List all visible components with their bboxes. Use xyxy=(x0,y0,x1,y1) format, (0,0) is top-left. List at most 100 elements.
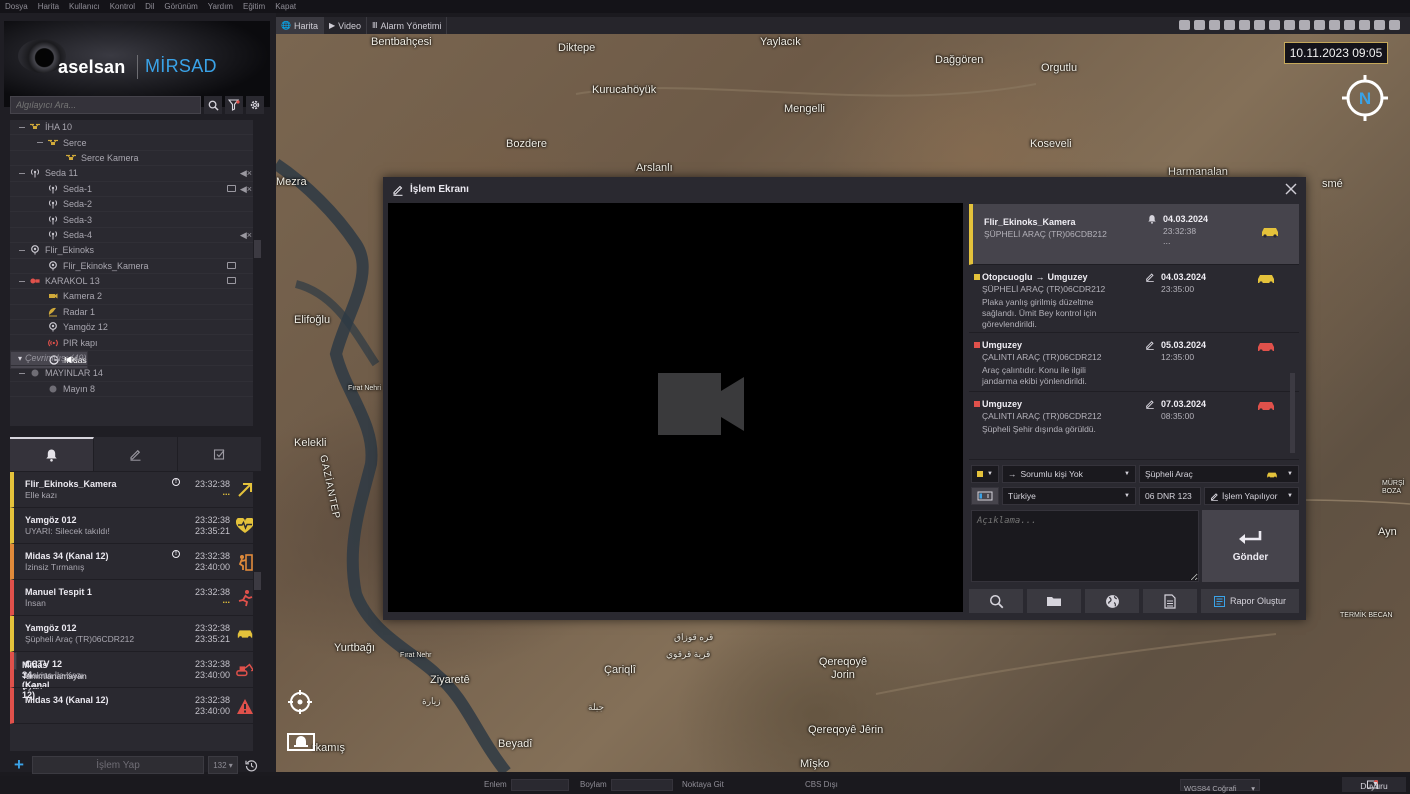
map-tool-5-icon[interactable] xyxy=(1239,20,1250,30)
tree-item[interactable]: Serce Kamera xyxy=(10,151,262,167)
map-tool-15-icon[interactable] xyxy=(1389,20,1400,30)
alarm-item[interactable]: Midas 34 (Kanal 12) 23:32:38 23:40:00 xyxy=(10,688,262,724)
alarm-item[interactable]: Midas 34 (Kanal 12) İzinsiz Tırmanış ! 2… xyxy=(10,544,262,580)
crs-select[interactable]: WGS84 Coğrafi ▾ xyxy=(1180,779,1260,793)
event-entry[interactable]: Flir_Ekinoks_Kamera ŞÜPHELİ ARAÇ (TR)06C… xyxy=(969,204,1299,265)
goto-point-button[interactable]: Noktaya Git xyxy=(682,780,724,789)
tree-item[interactable]: Seda 11 ◀× xyxy=(10,166,262,182)
collapse-toggle-icon[interactable] xyxy=(18,277,26,285)
mute-icon[interactable]: ◀× xyxy=(240,168,252,179)
tree-item[interactable]: Radar 1 xyxy=(10,305,262,321)
alarm-item[interactable]: Yamgöz 012 UYARI: Silecek takıldı! 23:32… xyxy=(10,508,262,544)
document-button[interactable] xyxy=(1143,589,1197,613)
event-entry[interactable]: Umguzey ÇALINTI ARAÇ (TR)06CDR212 Şüphel… xyxy=(969,392,1299,460)
longitude-input[interactable] xyxy=(611,779,673,791)
menu-item[interactable]: Yardım xyxy=(203,2,238,11)
description-input[interactable] xyxy=(971,510,1199,582)
plate-input[interactable]: 06 DNR 123 xyxy=(1139,487,1201,505)
menu-item[interactable]: Kullanıcı xyxy=(64,2,105,11)
map-tool-8-icon[interactable] xyxy=(1284,20,1295,30)
country-select[interactable]: Türkiye ▼ xyxy=(1002,487,1136,505)
do-action-button[interactable]: İşlem Yap xyxy=(32,756,204,774)
collapse-toggle-icon[interactable] xyxy=(18,246,26,254)
event-entry[interactable]: Otopcuoglu → Umguzey ŞÜPHELİ ARAÇ (TR)06CD… xyxy=(969,265,1299,333)
menu-item[interactable]: Dil xyxy=(140,2,159,11)
tree-item[interactable]: Seda-2 xyxy=(10,197,262,213)
tree-item[interactable]: Mayın 8 xyxy=(10,382,262,398)
search-button[interactable] xyxy=(204,96,222,114)
mute-icon[interactable]: ◀× xyxy=(240,184,252,195)
alarm-item[interactable]: Yamgöz 012 Şüpheli Araç (TR)06CDR212 23:… xyxy=(10,616,262,652)
send-button[interactable]: Gönder xyxy=(1202,510,1299,582)
video-feed-icon[interactable] xyxy=(227,261,236,269)
tree-item[interactable]: Flir_Ekinoks xyxy=(10,243,262,259)
tree-group-offline[interactable]: ▾ Çevrimdışı (49) xyxy=(10,351,262,367)
map-tool-7-icon[interactable] xyxy=(1269,20,1280,30)
collapse-toggle-icon[interactable] xyxy=(18,369,26,377)
tab-alarms[interactable] xyxy=(10,437,94,471)
plate-type-button[interactable] xyxy=(971,487,999,505)
video-feed-icon[interactable] xyxy=(227,276,236,284)
collapse-toggle-icon[interactable] xyxy=(18,123,26,131)
sensor-search-input[interactable] xyxy=(10,96,201,114)
video-feed-icon[interactable] xyxy=(227,184,236,192)
tree-item[interactable]: Yamgöz 12 xyxy=(10,320,262,336)
map-tab[interactable]: 🌐 Harita xyxy=(276,17,324,34)
tree-item[interactable]: MAYINLAR 14 xyxy=(10,366,262,382)
tree-item[interactable]: İHA 10 xyxy=(10,120,262,136)
collapse-toggle-icon[interactable] xyxy=(18,169,26,177)
tab-completed[interactable] xyxy=(178,437,262,471)
menu-item[interactable]: Eğitim xyxy=(238,2,270,11)
tree-item[interactable]: Seda-1 ◀× xyxy=(10,182,262,197)
map-tool-6-icon[interactable] xyxy=(1254,20,1265,30)
folder-button[interactable] xyxy=(1027,589,1081,613)
status-select[interactable]: İşlem Yapılıyor ▼ xyxy=(1204,487,1299,505)
alarm-layer-button[interactable] xyxy=(286,730,315,758)
close-button[interactable] xyxy=(1283,181,1299,197)
alarm-count-select[interactable]: 132 ▾ xyxy=(208,756,238,774)
tree-item[interactable]: Seda-3 xyxy=(10,212,262,228)
mute-icon[interactable]: ◀× xyxy=(240,230,252,241)
tree-scrollbar[interactable] xyxy=(253,120,262,426)
map-tool-12-icon[interactable] xyxy=(1344,20,1355,30)
compass[interactable]: N xyxy=(1340,73,1390,123)
chevron-down-icon[interactable]: ▾ xyxy=(18,354,22,363)
tab-edits[interactable] xyxy=(94,437,178,471)
color-select[interactable]: ▼ xyxy=(971,465,999,483)
create-report-button[interactable]: Rapor Oluştur xyxy=(1201,589,1299,613)
alarm-scrollbar[interactable] xyxy=(253,472,262,751)
category-select[interactable]: Şüpheli Araç ▼ xyxy=(1139,465,1299,483)
feed-scrollbar[interactable] xyxy=(1290,209,1295,455)
notice-button[interactable]: Duyuru ▼ xyxy=(1342,777,1406,792)
map-tab[interactable]: ▶ Video xyxy=(324,17,367,34)
search-action-button[interactable] xyxy=(969,589,1023,613)
collapse-toggle-icon[interactable] xyxy=(36,139,44,147)
add-button[interactable]: + xyxy=(10,755,28,774)
alarm-item[interactable]: Flir_Ekinoks_Kamera Elle kazı ! 23:32:38… xyxy=(10,472,262,508)
tree-item[interactable]: PIR kapı xyxy=(10,335,262,351)
globe-button[interactable] xyxy=(1085,589,1139,613)
locate-button[interactable] xyxy=(286,688,314,716)
map-tool-9-icon[interactable] xyxy=(1299,20,1310,30)
map-tool-1-icon[interactable] xyxy=(1179,20,1190,30)
menu-item[interactable]: Kontrol xyxy=(105,2,140,11)
tree-item[interactable]: Kamera 2 xyxy=(10,289,262,305)
map-tool-13-icon[interactable] xyxy=(1359,20,1370,30)
tree-item[interactable]: Seda-4 ◀× xyxy=(10,228,262,244)
tree-item[interactable]: Serce xyxy=(10,135,262,151)
menu-item[interactable]: Harita xyxy=(33,2,64,11)
map-tool-4-icon[interactable] xyxy=(1224,20,1235,30)
history-button[interactable] xyxy=(242,756,260,774)
menu-item[interactable]: Görünüm xyxy=(159,2,202,11)
alarm-item[interactable]: CCTV 12 Makina İle Kazı 23:32:38 23:40:0… xyxy=(10,652,262,688)
filter-button[interactable] xyxy=(225,96,243,114)
event-entry[interactable]: Umguzey ÇALINTI ARAÇ (TR)06CDR212 Araç ç… xyxy=(969,333,1299,392)
map-tool-10-icon[interactable] xyxy=(1314,20,1325,30)
latitude-input[interactable] xyxy=(511,779,569,791)
map-tool-11-icon[interactable] xyxy=(1329,20,1340,30)
menu-item[interactable]: Kapat xyxy=(270,2,301,11)
alarm-item[interactable]: Manuel Tespit 1 İnsan 23:32:38 ... xyxy=(10,580,262,616)
video-player[interactable] xyxy=(388,203,963,612)
map-tool-2-icon[interactable] xyxy=(1194,20,1205,30)
map-tool-14-icon[interactable] xyxy=(1374,20,1385,30)
